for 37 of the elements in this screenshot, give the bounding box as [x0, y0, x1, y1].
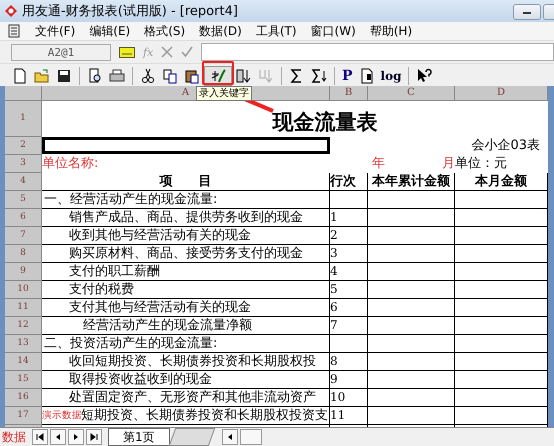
year-label: 年: [372, 155, 385, 173]
unit-name-label: 单位名称:: [42, 156, 98, 171]
demo-data-label: 演示数据: [42, 410, 82, 423]
table-cell: 11: [330, 407, 368, 425]
table-cell: 二、投资活动产生的现金流量:: [42, 335, 330, 353]
table-cell: 购买原材料、商品、接受劳务支付的现金: [42, 245, 330, 263]
table-cell: 收到其他与经营活动有关的现金: [42, 227, 330, 245]
column-heading: 项 目: [42, 173, 330, 191]
form-code: 会小企03表: [471, 138, 540, 153]
table-cell: 5: [330, 281, 368, 299]
column-heading: 本年累计金额: [368, 173, 455, 191]
table-cell: 4: [330, 263, 368, 281]
column-heading: 本月金额: [455, 173, 548, 191]
table-cell: 7: [330, 317, 368, 335]
table-cell: 一、经营活动产生的现金流量:: [42, 191, 330, 209]
table-cell: 收回短期投资、长期债券投资和长期股权投: [42, 353, 330, 371]
table-cell: 销售产成品、商品、提供劳务收到的现金: [42, 209, 330, 227]
table-cell: 2: [330, 227, 368, 245]
table-cell: 6: [330, 299, 368, 317]
table-cell: 8: [330, 353, 368, 371]
window-title: 用友通-财务报表(试用版) - [report4]: [22, 3, 239, 20]
tooltip: 录入关键字: [196, 86, 252, 101]
unit-label: 单位：元: [455, 156, 507, 171]
table-cell: 经营活动产生的现金流量净额: [42, 317, 330, 335]
table-cell: 3: [330, 245, 368, 263]
table-cell: 短期投资、长期债券投资和长期股权投资支 演示数据: [42, 407, 330, 425]
month-label: 月: [442, 155, 455, 173]
table-cell: 取得投资收益收到的现金: [42, 371, 330, 389]
column-heading: 行次: [330, 173, 368, 191]
table-cell: 处置固定资产、无形资产和其他非流动资产: [42, 389, 330, 407]
table-cell: 9: [330, 371, 368, 389]
table-cell: 支付其他与经营活动有关的现金: [42, 299, 330, 317]
report-title: 现金流量表: [272, 109, 378, 135]
table-cell: 支付的职工薪酬: [42, 263, 330, 281]
table-cell: 10: [330, 389, 368, 407]
table-cell: 1: [330, 209, 368, 227]
table-cell: 支付的税费: [42, 281, 330, 299]
